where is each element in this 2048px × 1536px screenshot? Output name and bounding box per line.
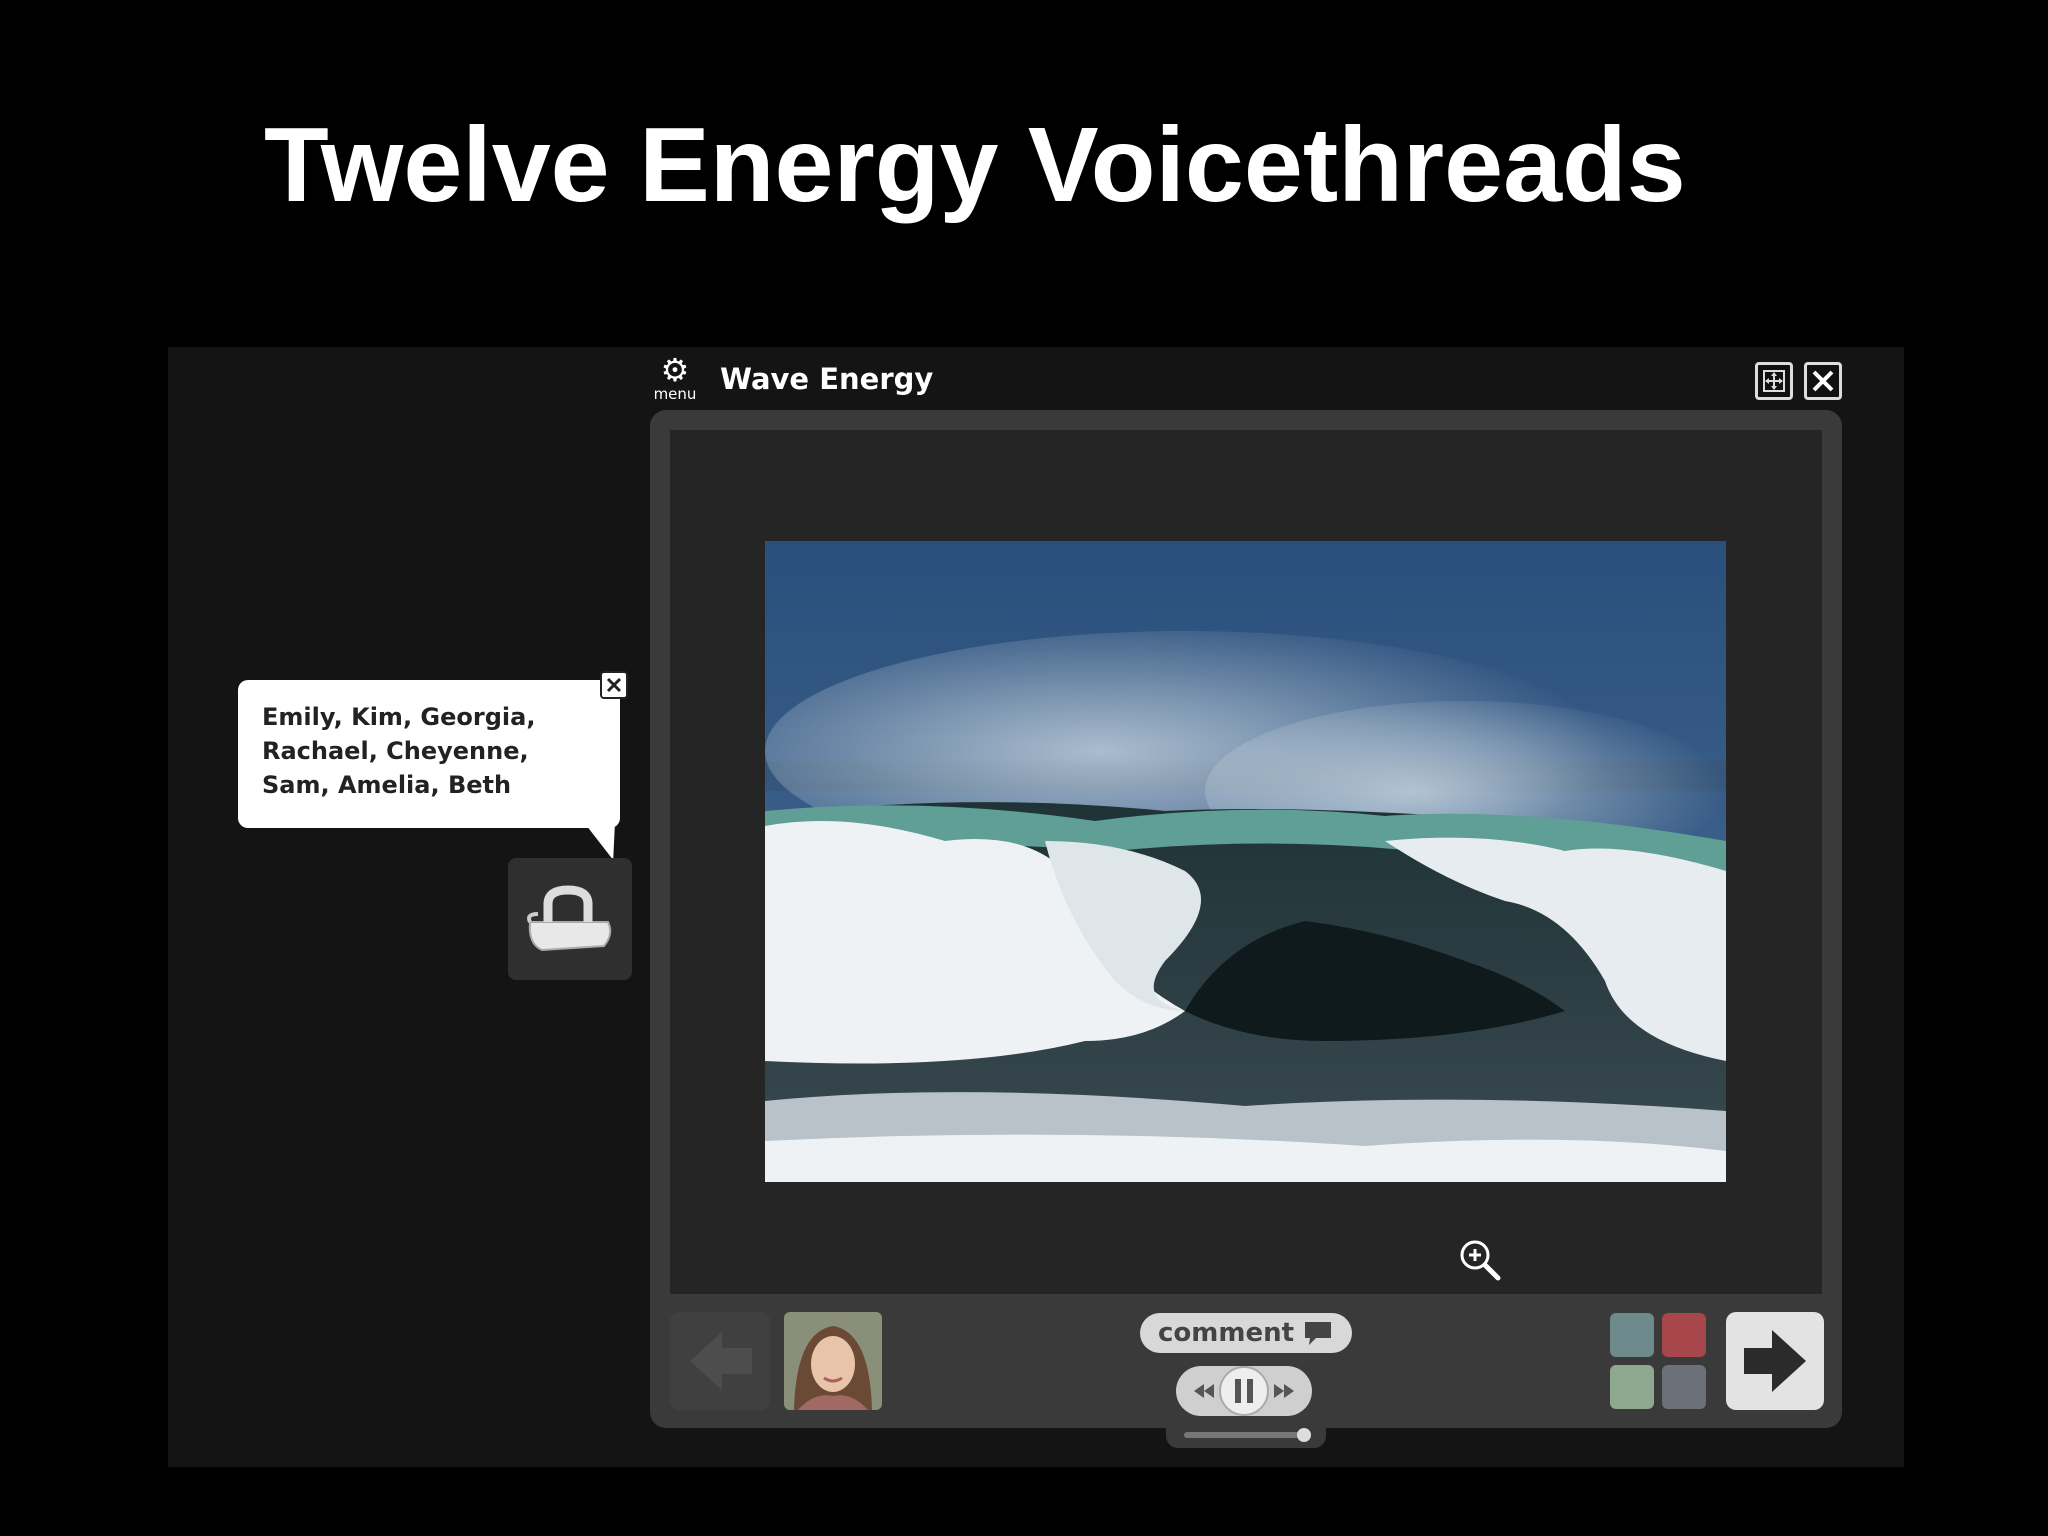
arrow-left-icon — [690, 1332, 752, 1390]
expand-icon — [1763, 370, 1785, 392]
thumbnail[interactable] — [1662, 1365, 1706, 1409]
speech-bubble-text: Emily, Kim, Georgia, Rachael, Cheyenne, … — [262, 703, 536, 799]
thumbnail[interactable] — [1662, 1313, 1706, 1357]
close-button[interactable] — [1804, 362, 1842, 400]
next-slide-button[interactable] — [1726, 1312, 1824, 1410]
expand-button[interactable] — [1755, 362, 1793, 400]
author-avatar[interactable] — [784, 1312, 882, 1410]
pause-icon[interactable] — [1219, 1366, 1269, 1416]
playback-controls — [1176, 1366, 1312, 1416]
commenter-avatar[interactable] — [508, 858, 632, 980]
menu-button[interactable]: ⚙ menu — [648, 353, 702, 407]
fast-forward-icon[interactable] — [1274, 1384, 1294, 1398]
voicethread-title: Wave Energy — [720, 362, 934, 396]
speech-bubble-icon — [1305, 1322, 1332, 1345]
close-icon — [1812, 370, 1834, 392]
rewind-icon[interactable] — [1194, 1384, 1214, 1398]
slide-thumbnails[interactable] — [1610, 1313, 1708, 1411]
close-icon — [606, 677, 622, 693]
gear-icon: ⚙ — [660, 351, 690, 389]
volume-scrubber[interactable] — [1166, 1424, 1326, 1448]
speech-bubble: Emily, Kim, Georgia, Rachael, Cheyenne, … — [238, 680, 628, 860]
speech-close-button[interactable] — [600, 671, 628, 699]
iron-icon — [527, 885, 612, 952]
comment-button[interactable]: comment — [1140, 1313, 1352, 1353]
menu-label: menu — [653, 385, 697, 403]
wave-image — [765, 541, 1726, 1182]
thumbnail[interactable] — [1610, 1313, 1654, 1357]
previous-slide-button[interactable] — [670, 1312, 770, 1410]
zoom-in-icon[interactable] — [1456, 1236, 1506, 1286]
slide-title: Twelve Energy Voicethreads — [264, 106, 1686, 224]
arrow-right-icon — [1744, 1330, 1806, 1392]
thumbnail[interactable] — [1610, 1365, 1654, 1409]
comment-label: comment — [1157, 1318, 1295, 1348]
